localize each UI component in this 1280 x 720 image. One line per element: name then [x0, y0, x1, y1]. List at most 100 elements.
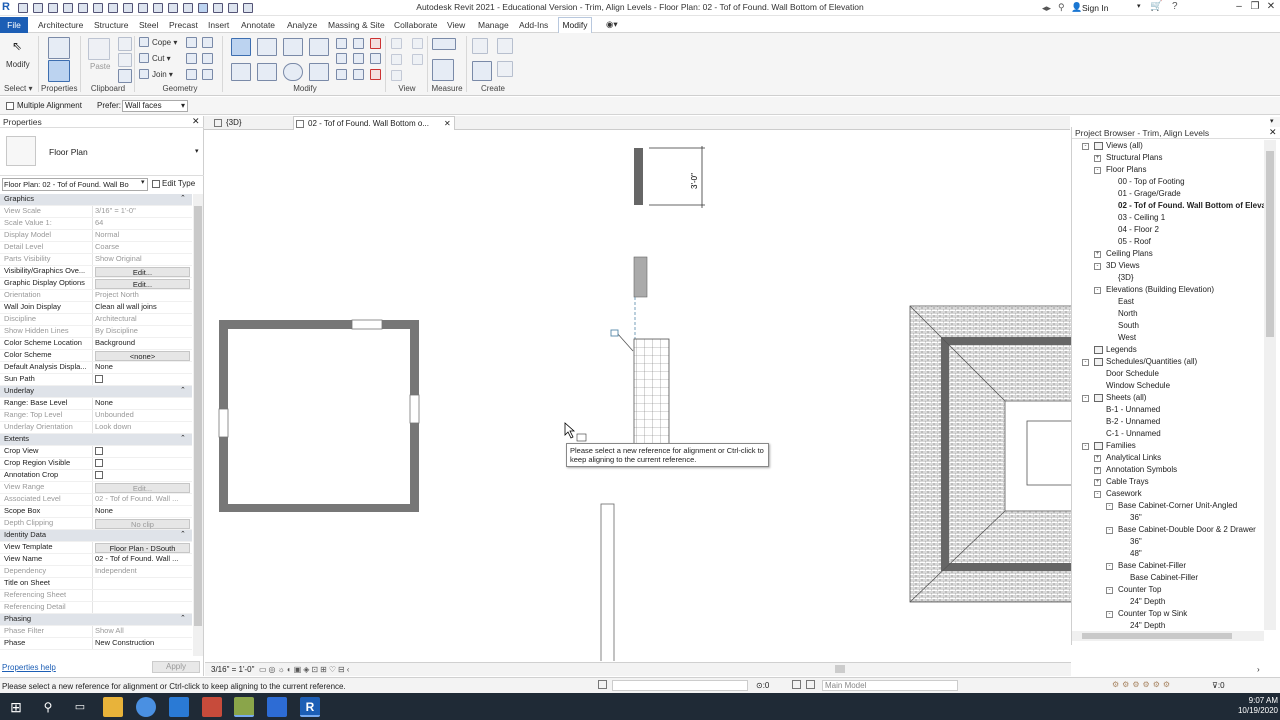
- remove-paint-icon[interactable]: [202, 53, 213, 64]
- binoculars-icon[interactable]: ⚲: [1058, 2, 1065, 13]
- copy-element-icon[interactable]: [257, 63, 277, 81]
- view-filter-icon[interactable]: [391, 70, 402, 81]
- search-icon[interactable]: ◂▸: [1042, 3, 1051, 14]
- tree-node[interactable]: 02 - Tof of Found. Wall Bottom of Elevat…: [1072, 200, 1264, 212]
- tree-node[interactable]: -3D Views: [1072, 260, 1264, 272]
- checkbox[interactable]: [95, 471, 103, 480]
- property-checkbox[interactable]: [92, 374, 190, 385]
- tab-precast[interactable]: Precast: [169, 20, 198, 30]
- properties-scroll-thumb[interactable]: [194, 206, 202, 626]
- wall-segment-top[interactable]: 3'-0": [634, 146, 705, 208]
- help-icon[interactable]: ?: [1172, 1, 1178, 12]
- scroll-right-icon[interactable]: ›: [1257, 665, 1260, 674]
- trim-extend-corner-icon[interactable]: [309, 63, 329, 81]
- tree-node[interactable]: 05 - Roof: [1072, 236, 1264, 248]
- tree-node[interactable]: - Counter Top w Sink: [1072, 608, 1264, 620]
- tree-node[interactable]: - Base Cabinet-Filler: [1072, 560, 1264, 572]
- tab-architecture[interactable]: Architecture: [38, 20, 83, 30]
- collapse-icon[interactable]: -: [1106, 587, 1113, 594]
- tree-node[interactable]: - Sheets (all): [1072, 392, 1264, 404]
- tree-node[interactable]: 00 - Top of Footing: [1072, 176, 1264, 188]
- tree-node[interactable]: + Ceiling Plans: [1072, 248, 1264, 260]
- collapse-icon[interactable]: -: [1106, 527, 1113, 534]
- split-face-icon[interactable]: [202, 37, 213, 48]
- edge-icon[interactable]: [169, 697, 189, 717]
- tree-node[interactable]: {3D}: [1072, 272, 1264, 284]
- property-value[interactable]: None: [92, 362, 190, 373]
- tree-node[interactable]: B-1 - Unnamed: [1072, 404, 1264, 416]
- scale-icon[interactable]: [353, 53, 364, 64]
- collapse-section-icon[interactable]: ⌃: [180, 386, 190, 397]
- property-section[interactable]: Graphics ⌃: [0, 194, 192, 206]
- tree-node[interactable]: Legends: [1072, 344, 1264, 356]
- search-icon[interactable]: ⚲: [38, 697, 58, 717]
- mirror-draw-icon[interactable]: [309, 38, 329, 56]
- measure-distance-icon[interactable]: [432, 38, 456, 50]
- property-button[interactable]: Floor Plan - DSouth: [92, 542, 190, 553]
- tree-node[interactable]: 24" Depth: [1072, 620, 1264, 630]
- collapse-icon[interactable]: -: [1094, 167, 1101, 174]
- hide-icon[interactable]: [391, 38, 402, 49]
- property-value[interactable]: [92, 578, 190, 589]
- file-tab[interactable]: File: [0, 17, 28, 33]
- expand-icon[interactable]: +: [1094, 455, 1101, 462]
- join-icon[interactable]: [139, 69, 149, 79]
- close-tab-icon[interactable]: ✕: [444, 117, 451, 131]
- restore-button[interactable]: ❐: [1248, 1, 1262, 14]
- clock[interactable]: 9:07 AM 10/19/2020: [1234, 696, 1278, 716]
- tree-node[interactable]: - Base Cabinet-Corner Unit-Angled: [1072, 500, 1264, 512]
- tree-node[interactable]: B-2 - Unnamed: [1072, 416, 1264, 428]
- property-button[interactable]: Edit...: [92, 482, 190, 493]
- expand-icon[interactable]: +: [1094, 251, 1101, 258]
- tree-node[interactable]: - Casework: [1072, 488, 1264, 500]
- cut-geometry-icon[interactable]: [139, 53, 149, 63]
- property-section[interactable]: Underlay ⌃: [0, 386, 192, 398]
- tree-node[interactable]: + Annotation Symbols: [1072, 464, 1264, 476]
- expand-icon[interactable]: +: [1094, 155, 1101, 162]
- paint-view-icon[interactable]: [412, 54, 423, 65]
- tree-node[interactable]: West: [1072, 332, 1264, 344]
- match-properties-icon[interactable]: [118, 69, 132, 83]
- collapse-icon[interactable]: -: [1106, 611, 1113, 618]
- property-button[interactable]: No clip: [92, 518, 190, 529]
- unpin-icon[interactable]: [370, 38, 381, 49]
- worksets-icon[interactable]: [598, 680, 607, 689]
- cut-clipboard-icon[interactable]: [118, 37, 132, 51]
- create-assembly-icon[interactable]: [472, 38, 488, 54]
- contextual-tab-icon[interactable]: ◉▾: [606, 19, 618, 30]
- paste-icon[interactable]: [88, 38, 110, 60]
- edit-button[interactable]: Edit...: [95, 483, 190, 493]
- tree-node[interactable]: 24" Depth: [1072, 596, 1264, 608]
- room-walls[interactable]: [218, 319, 420, 512]
- tab-insert[interactable]: Insert: [208, 20, 229, 30]
- expand-icon[interactable]: +: [1094, 479, 1101, 486]
- split-gap-icon[interactable]: [353, 38, 364, 49]
- checkbox[interactable]: [95, 447, 103, 456]
- browser-scroll-thumb[interactable]: [1266, 151, 1274, 337]
- delete-icon[interactable]: [370, 69, 381, 80]
- modify-cursor-icon[interactable]: ⇖: [12, 39, 22, 53]
- edit-button[interactable]: Floor Plan - DSouth: [95, 543, 190, 553]
- property-section[interactable]: Extents ⌃: [0, 434, 192, 446]
- property-value[interactable]: Clean all wall joins: [92, 302, 190, 313]
- join-button[interactable]: Join ▾: [152, 70, 173, 79]
- chrome-icon[interactable]: [136, 697, 156, 717]
- file-explorer-icon[interactable]: [103, 697, 123, 717]
- collapse-icon[interactable]: -: [1082, 143, 1089, 150]
- tree-node[interactable]: - Base Cabinet-Double Door & 2 Drawer: [1072, 524, 1264, 536]
- tab-structure[interactable]: Structure: [94, 20, 129, 30]
- aligned-dimension-icon[interactable]: [432, 59, 454, 81]
- tree-node[interactable]: - Floor Plans: [1072, 164, 1264, 176]
- view-control-icons[interactable]: ▭◎☼◐▣◈⊡⊞♡⊟‹: [259, 665, 351, 674]
- property-value[interactable]: None: [92, 398, 190, 409]
- tab-floor-plan[interactable]: 02 - Tof of Found. Wall Bottom o... ✕: [293, 116, 455, 130]
- prefer-select[interactable]: Wall faces ▾: [122, 100, 188, 112]
- move-icon[interactable]: [231, 63, 251, 81]
- collapse-icon[interactable]: -: [1094, 491, 1101, 498]
- edit-button[interactable]: No clip: [95, 519, 190, 529]
- cope-button[interactable]: Cope ▾: [152, 38, 177, 47]
- collapse-section-icon[interactable]: ⌃: [180, 434, 190, 445]
- workset-select[interactable]: [612, 680, 748, 691]
- tree-node[interactable]: - Families: [1072, 440, 1264, 452]
- app-green-icon[interactable]: [234, 697, 254, 717]
